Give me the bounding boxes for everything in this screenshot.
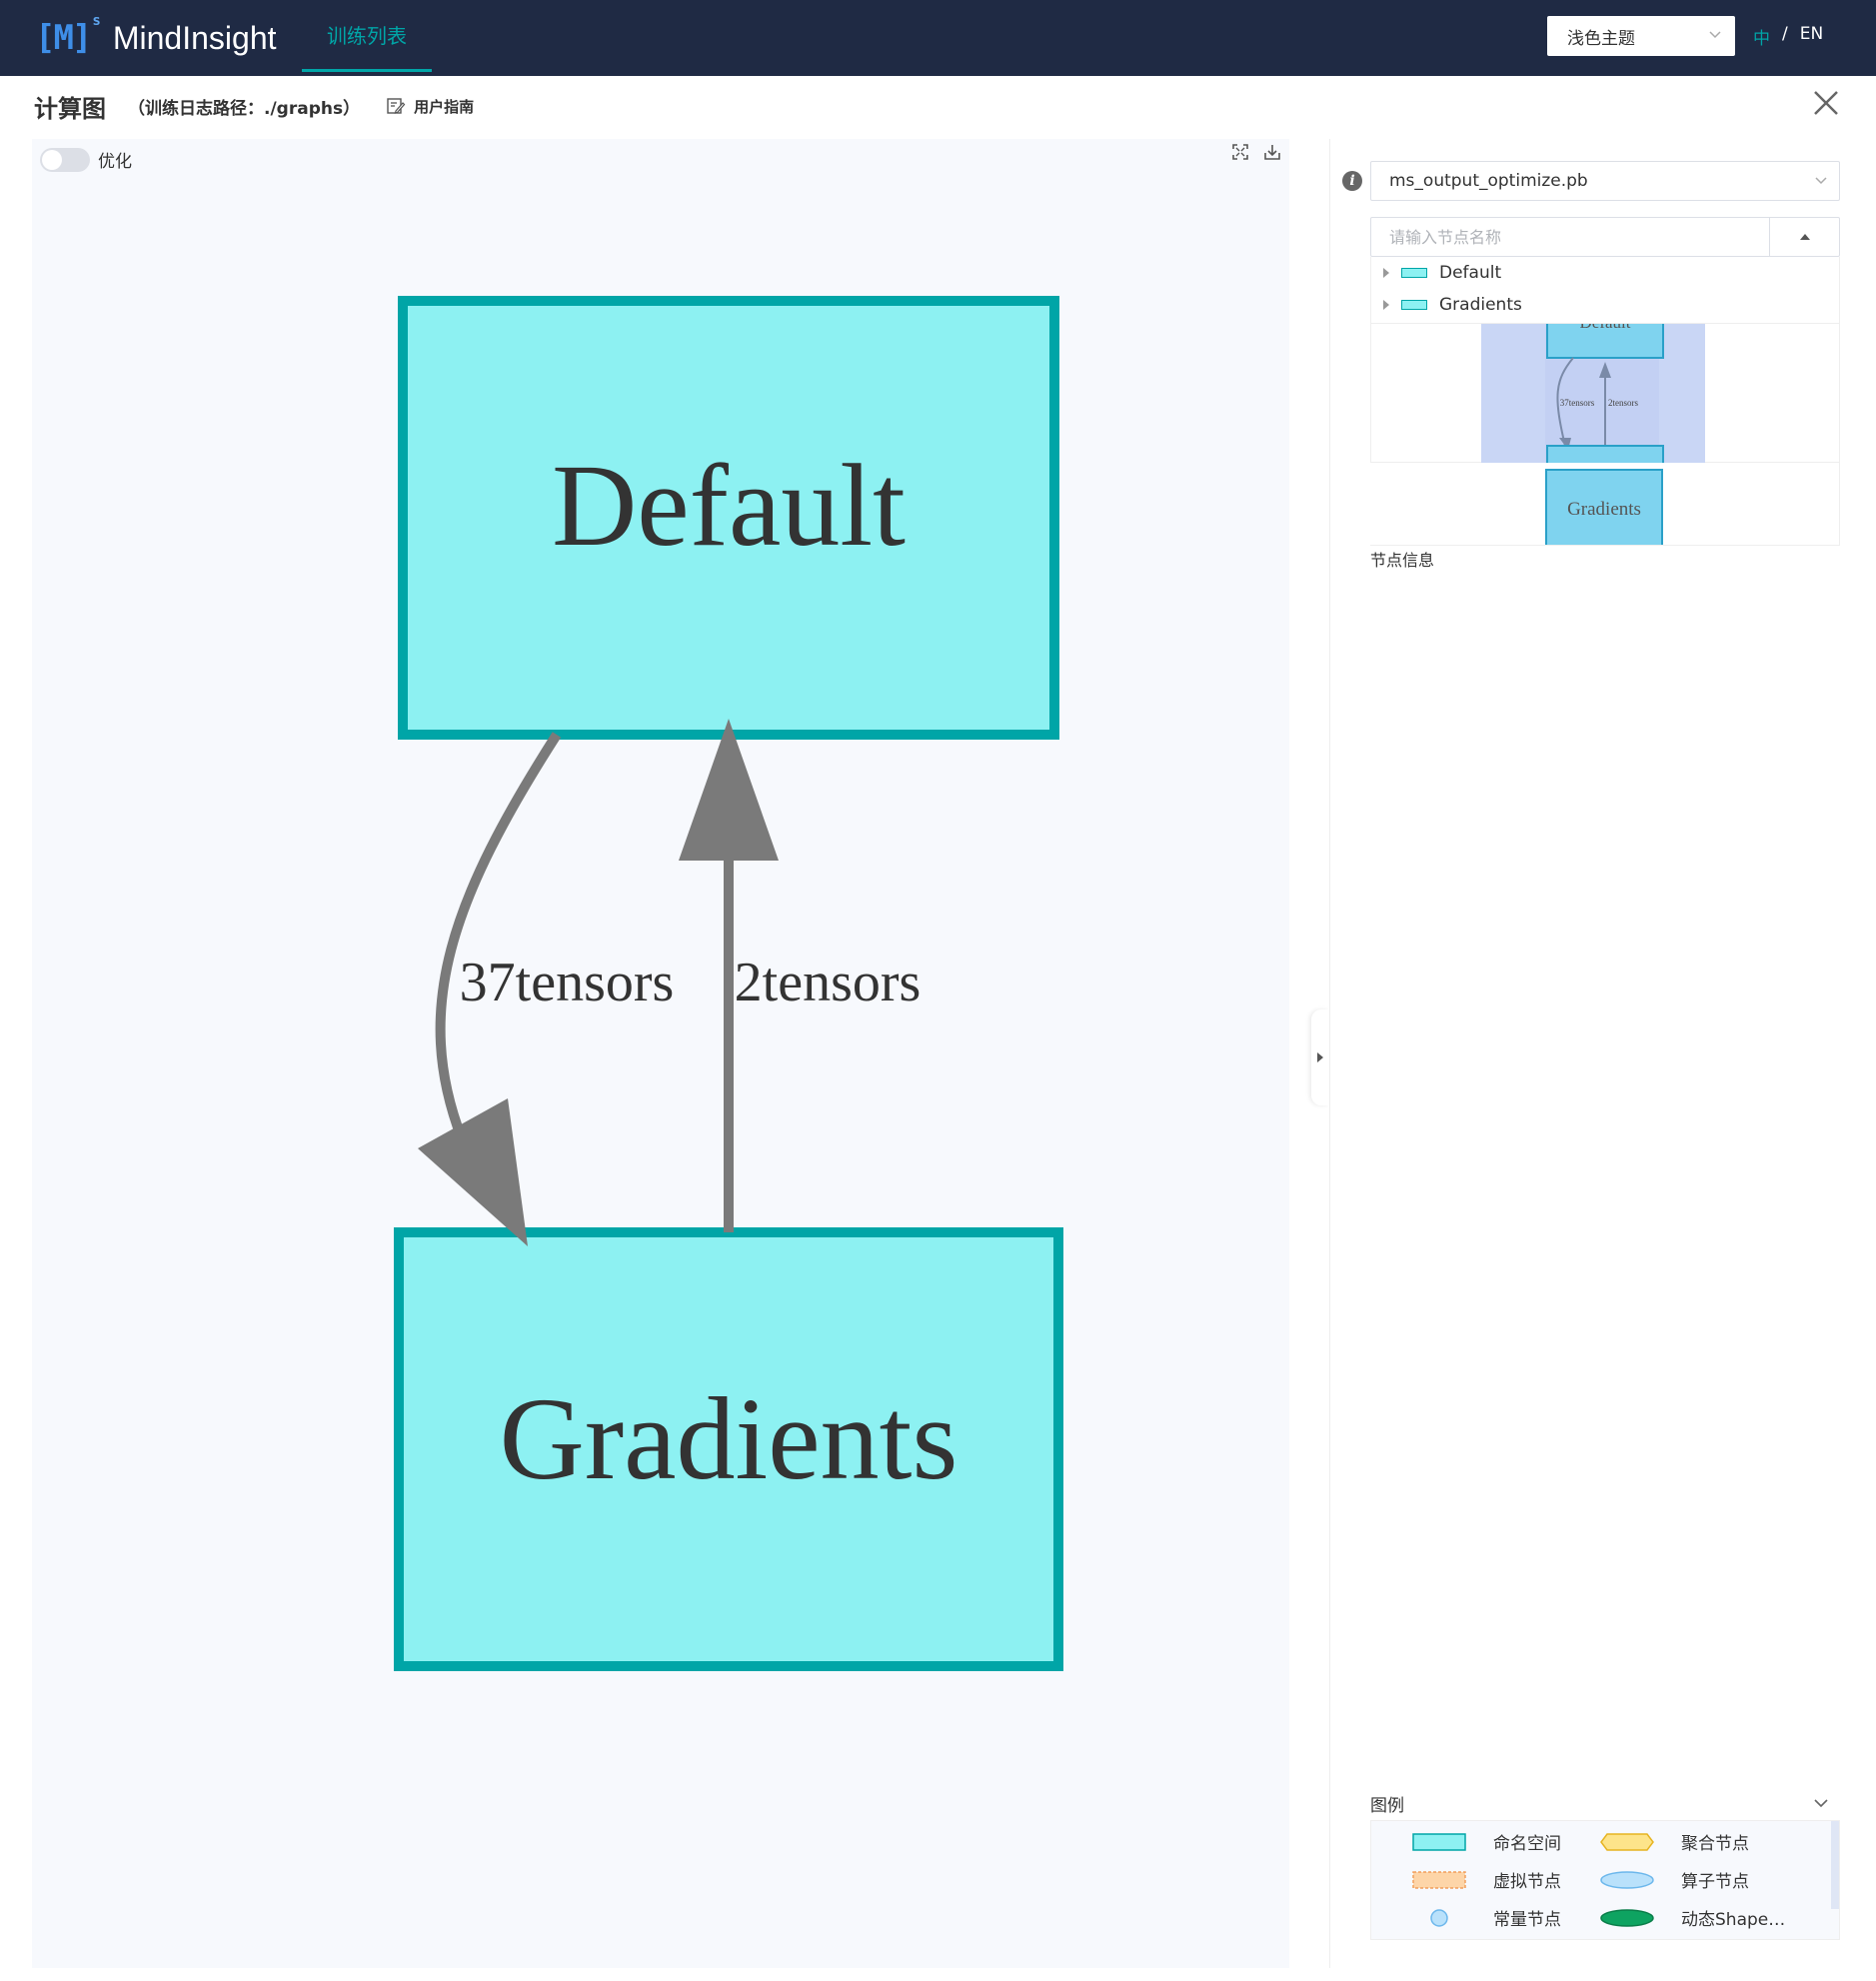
graph-node-gradients-label: Gradients [500,1373,958,1504]
mindinsight-logo[interactable]: [M] s MindInsight [35,12,277,62]
info-icon[interactable]: i [1342,171,1362,191]
chevron-down-icon [1815,177,1827,185]
legend-label: 常量节点 [1493,1910,1561,1930]
lang-zh-link[interactable]: 中 [1753,24,1770,49]
caret-right-icon[interactable] [1383,268,1389,278]
tree-item-label: Gradients [1439,295,1522,315]
logo-mark: [M] s [35,12,101,58]
minimap-gradients-label: Gradients [1567,499,1641,520]
graph-edge-down-label: 37tensors [460,952,675,1013]
virtual-legend-icon [1411,1869,1467,1891]
page-title: 计算图 [34,94,106,123]
user-guide-link[interactable]: 用户指南 [386,96,474,117]
edge-up-arrowhead [679,719,779,861]
graph-file-select[interactable]: ms_output_optimize.pb [1370,161,1840,201]
lang-en-link[interactable]: EN [1800,24,1823,49]
graph-node-default[interactable]: Default [398,296,1059,740]
minimap-edge-up-label: 2tensors [1608,398,1638,408]
legend-scrollbar[interactable] [1831,1821,1839,1909]
node-search-box [1370,217,1840,257]
tree-item-default[interactable]: Default [1371,257,1839,289]
tree-item-gradients[interactable]: Gradients [1371,289,1839,321]
canvas-toolbar [1231,143,1281,161]
tree-item-label: Default [1439,263,1502,283]
legend-item-operator: 算子节点 [1599,1867,1749,1892]
caret-right-icon[interactable] [1383,300,1389,310]
graph-edge-up-label: 2tensors [735,952,922,1013]
minimap-right-border [1839,325,1840,546]
minimap-node-default: Default [1546,324,1664,359]
node-search-input[interactable] [1371,218,1769,256]
top-navbar: [M] s MindInsight 训练列表 浅色主题 中 / EN [0,0,1876,76]
legend-header[interactable]: 图例 [1370,1788,1840,1818]
graph-svg[interactable]: Default Gradients 37tensors 2tensors [32,139,1289,1968]
graph-canvas[interactable]: Default Gradients 37tensors 2tensors 优化 [32,139,1289,1968]
namespace-legend-icon [1411,1831,1467,1853]
chevron-down-icon[interactable] [1812,1794,1830,1812]
minimap-bottom-edge [1370,545,1840,546]
optimize-toggle[interactable] [40,147,90,172]
close-icon[interactable] [1811,88,1841,118]
search-collapse-button[interactable] [1769,218,1839,256]
app-root: [M] s MindInsight 训练列表 浅色主题 中 / EN 计算图 （训… [0,0,1876,1981]
legend-label: 动态Shape… [1681,1910,1786,1930]
language-switch: 中 / EN [1753,24,1823,49]
legend-item-aggregate: 聚合节点 [1599,1829,1749,1854]
svg-text:Default: Default [1580,324,1631,332]
minimap-gradients-label-wrap: Gradients [1480,468,1704,548]
download-icon[interactable] [1263,143,1281,161]
legend-label: 命名空间 [1493,1834,1561,1854]
fit-screen-icon[interactable] [1231,143,1249,161]
namespace-swatch-icon [1401,300,1427,310]
minimap-edge-down-label: 37tensors [1560,398,1595,408]
logo-text: MindInsight [112,19,277,56]
node-tree: Default Gradients Default [1370,257,1840,463]
graph-node-gradients[interactable]: Gradients [394,1227,1063,1671]
edge-down-arrowhead [418,1098,528,1246]
namespace-swatch-icon [1401,268,1427,278]
legend-item-constant: 常量节点 [1411,1905,1561,1930]
graph-file-value: ms_output_optimize.pb [1389,171,1588,191]
optimize-label: 优化 [98,152,132,172]
lang-separator: / [1782,24,1788,44]
optimize-toggle-wrap: 优化 [40,147,132,172]
legend-item-virtual: 虚拟节点 [1411,1867,1561,1892]
guide-edit-icon [387,98,406,114]
operator-legend-icon [1599,1869,1655,1891]
tab-training-list[interactable]: 训练列表 [302,0,432,72]
legend-label: 算子节点 [1681,1872,1749,1892]
graph-minimap[interactable]: Default 37tensors 2tensors [1481,324,1705,463]
dynamic-shape-legend-icon [1599,1907,1655,1929]
legend-item-namespace: 命名空间 [1411,1829,1561,1854]
right-panel: i ms_output_optimize.pb Default Gradient… [1329,139,1876,1968]
node-info-label: 节点信息 [1370,551,1435,570]
legend-title: 图例 [1370,1795,1404,1816]
legend-box: 命名空间 聚合节点 虚拟节点 算子节点 常量节点 动态Shape… [1370,1820,1840,1940]
theme-select-value: 浅色主题 [1567,28,1635,49]
legend-label: 聚合节点 [1681,1834,1749,1854]
minimap-node-gradients [1546,445,1664,463]
graph-node-default-label: Default [552,440,906,571]
panel-collapse-handle[interactable] [1311,1009,1329,1105]
chevron-down-icon [1709,31,1721,39]
minimap-mask [1480,546,1704,602]
legend-item-dynamic-shape: 动态Shape… [1599,1905,1785,1930]
legend-label: 虚拟节点 [1493,1872,1561,1892]
theme-select[interactable]: 浅色主题 [1547,16,1735,56]
user-guide-label: 用户指南 [414,97,475,116]
log-path: （训练日志路径：./graphs） [128,98,361,119]
page-header: 计算图 （训练日志路径：./graphs） 用户指南 [34,88,474,124]
constant-legend-icon [1411,1907,1467,1929]
aggregate-legend-icon [1599,1831,1655,1853]
